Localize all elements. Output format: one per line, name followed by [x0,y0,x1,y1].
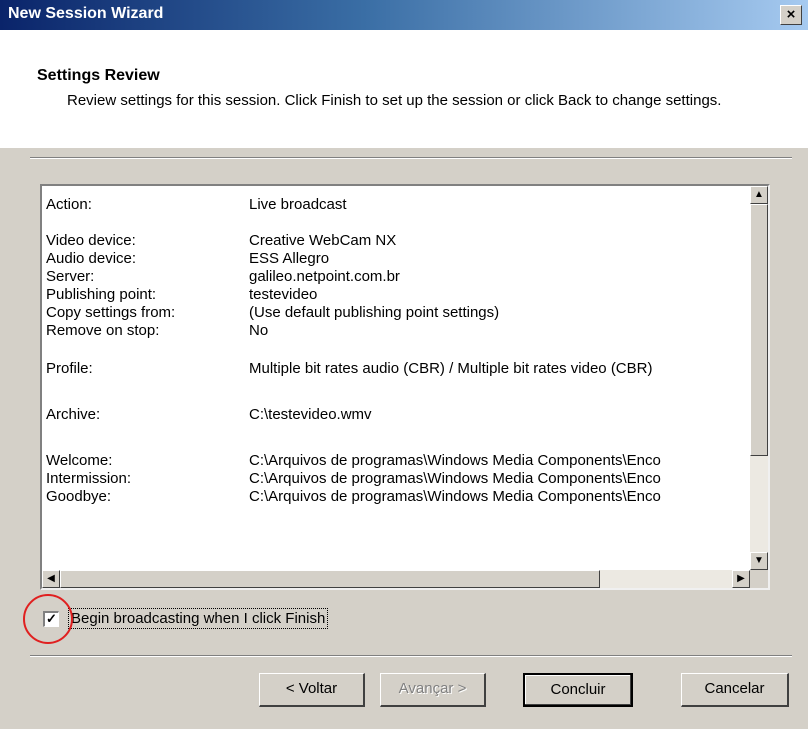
settings-list[interactable]: Action: Live broadcast Video device: Cre… [40,184,770,590]
setting-label: Goodbye: [46,488,112,505]
setting-value: galileo.netpoint.com.br [249,268,400,285]
setting-value: (Use default publishing point settings) [249,304,500,321]
setting-label: Action: [46,196,92,213]
scroll-up-button[interactable]: ▲ [750,186,768,204]
setting-value: No [249,322,269,339]
setting-label: Welcome: [46,452,113,469]
scroll-left-button[interactable]: ◀ [42,570,60,588]
horizontal-scroll-thumb[interactable] [60,570,600,588]
settings-list-content: Action: Live broadcast Video device: Cre… [46,196,756,564]
page-description: Review settings for this session. Click … [67,92,722,109]
setting-value: testevideo [249,286,318,303]
setting-value: Creative WebCam NX [249,232,397,249]
arrow-down-icon: ▼ [754,555,764,566]
cancel-button[interactable]: Cancelar [681,673,789,707]
setting-value: C:\Arquivos de programas\Windows Media C… [249,470,661,487]
setting-label: Audio device: [46,250,137,267]
setting-value: C:\testevideo.wmv [249,406,372,423]
title-bar: New Session Wizard × [0,0,808,30]
setting-value: ESS Allegro [249,250,330,267]
close-icon: × [786,6,796,23]
begin-broadcasting-label[interactable]: Begin broadcasting when I click Finish [68,608,329,629]
setting-label: Copy settings from: [46,304,176,321]
setting-value: C:\Arquivos de programas\Windows Media C… [249,452,661,469]
setting-label: Server: [46,268,95,285]
close-button[interactable]: × [780,5,802,25]
arrow-up-icon: ▲ [754,189,764,200]
footer-divider [30,655,792,657]
scrollbar-corner [750,570,768,588]
setting-label: Archive: [46,406,101,423]
setting-label: Remove on stop: [46,322,160,339]
setting-label: Publishing point: [46,286,157,303]
setting-value: C:\Arquivos de programas\Windows Media C… [249,488,661,505]
finish-button[interactable]: Concluir [523,673,633,707]
scroll-down-button[interactable]: ▼ [750,552,768,570]
setting-value: Multiple bit rates audio (CBR) / Multipl… [249,360,653,377]
wizard-header [0,30,808,148]
header-divider [30,157,792,159]
setting-value: Live broadcast [249,196,347,213]
arrow-right-icon: ▶ [737,573,745,584]
arrow-left-icon: ◀ [47,573,55,584]
vertical-scrollbar[interactable]: ▲ ▼ [750,186,768,570]
page-title: Settings Review [37,67,160,84]
scroll-right-button[interactable]: ▶ [732,570,750,588]
highlight-circle-annotation [23,594,73,644]
horizontal-scrollbar[interactable]: ◀ ▶ [42,570,750,588]
vertical-scroll-thumb[interactable] [750,204,768,456]
setting-label: Profile: [46,360,93,377]
back-button[interactable]: < Voltar [259,673,365,707]
setting-label: Intermission: [46,470,132,487]
window-title: New Session Wizard [8,5,164,22]
next-button[interactable]: Avançar > [380,673,486,707]
setting-label: Video device: [46,232,136,249]
